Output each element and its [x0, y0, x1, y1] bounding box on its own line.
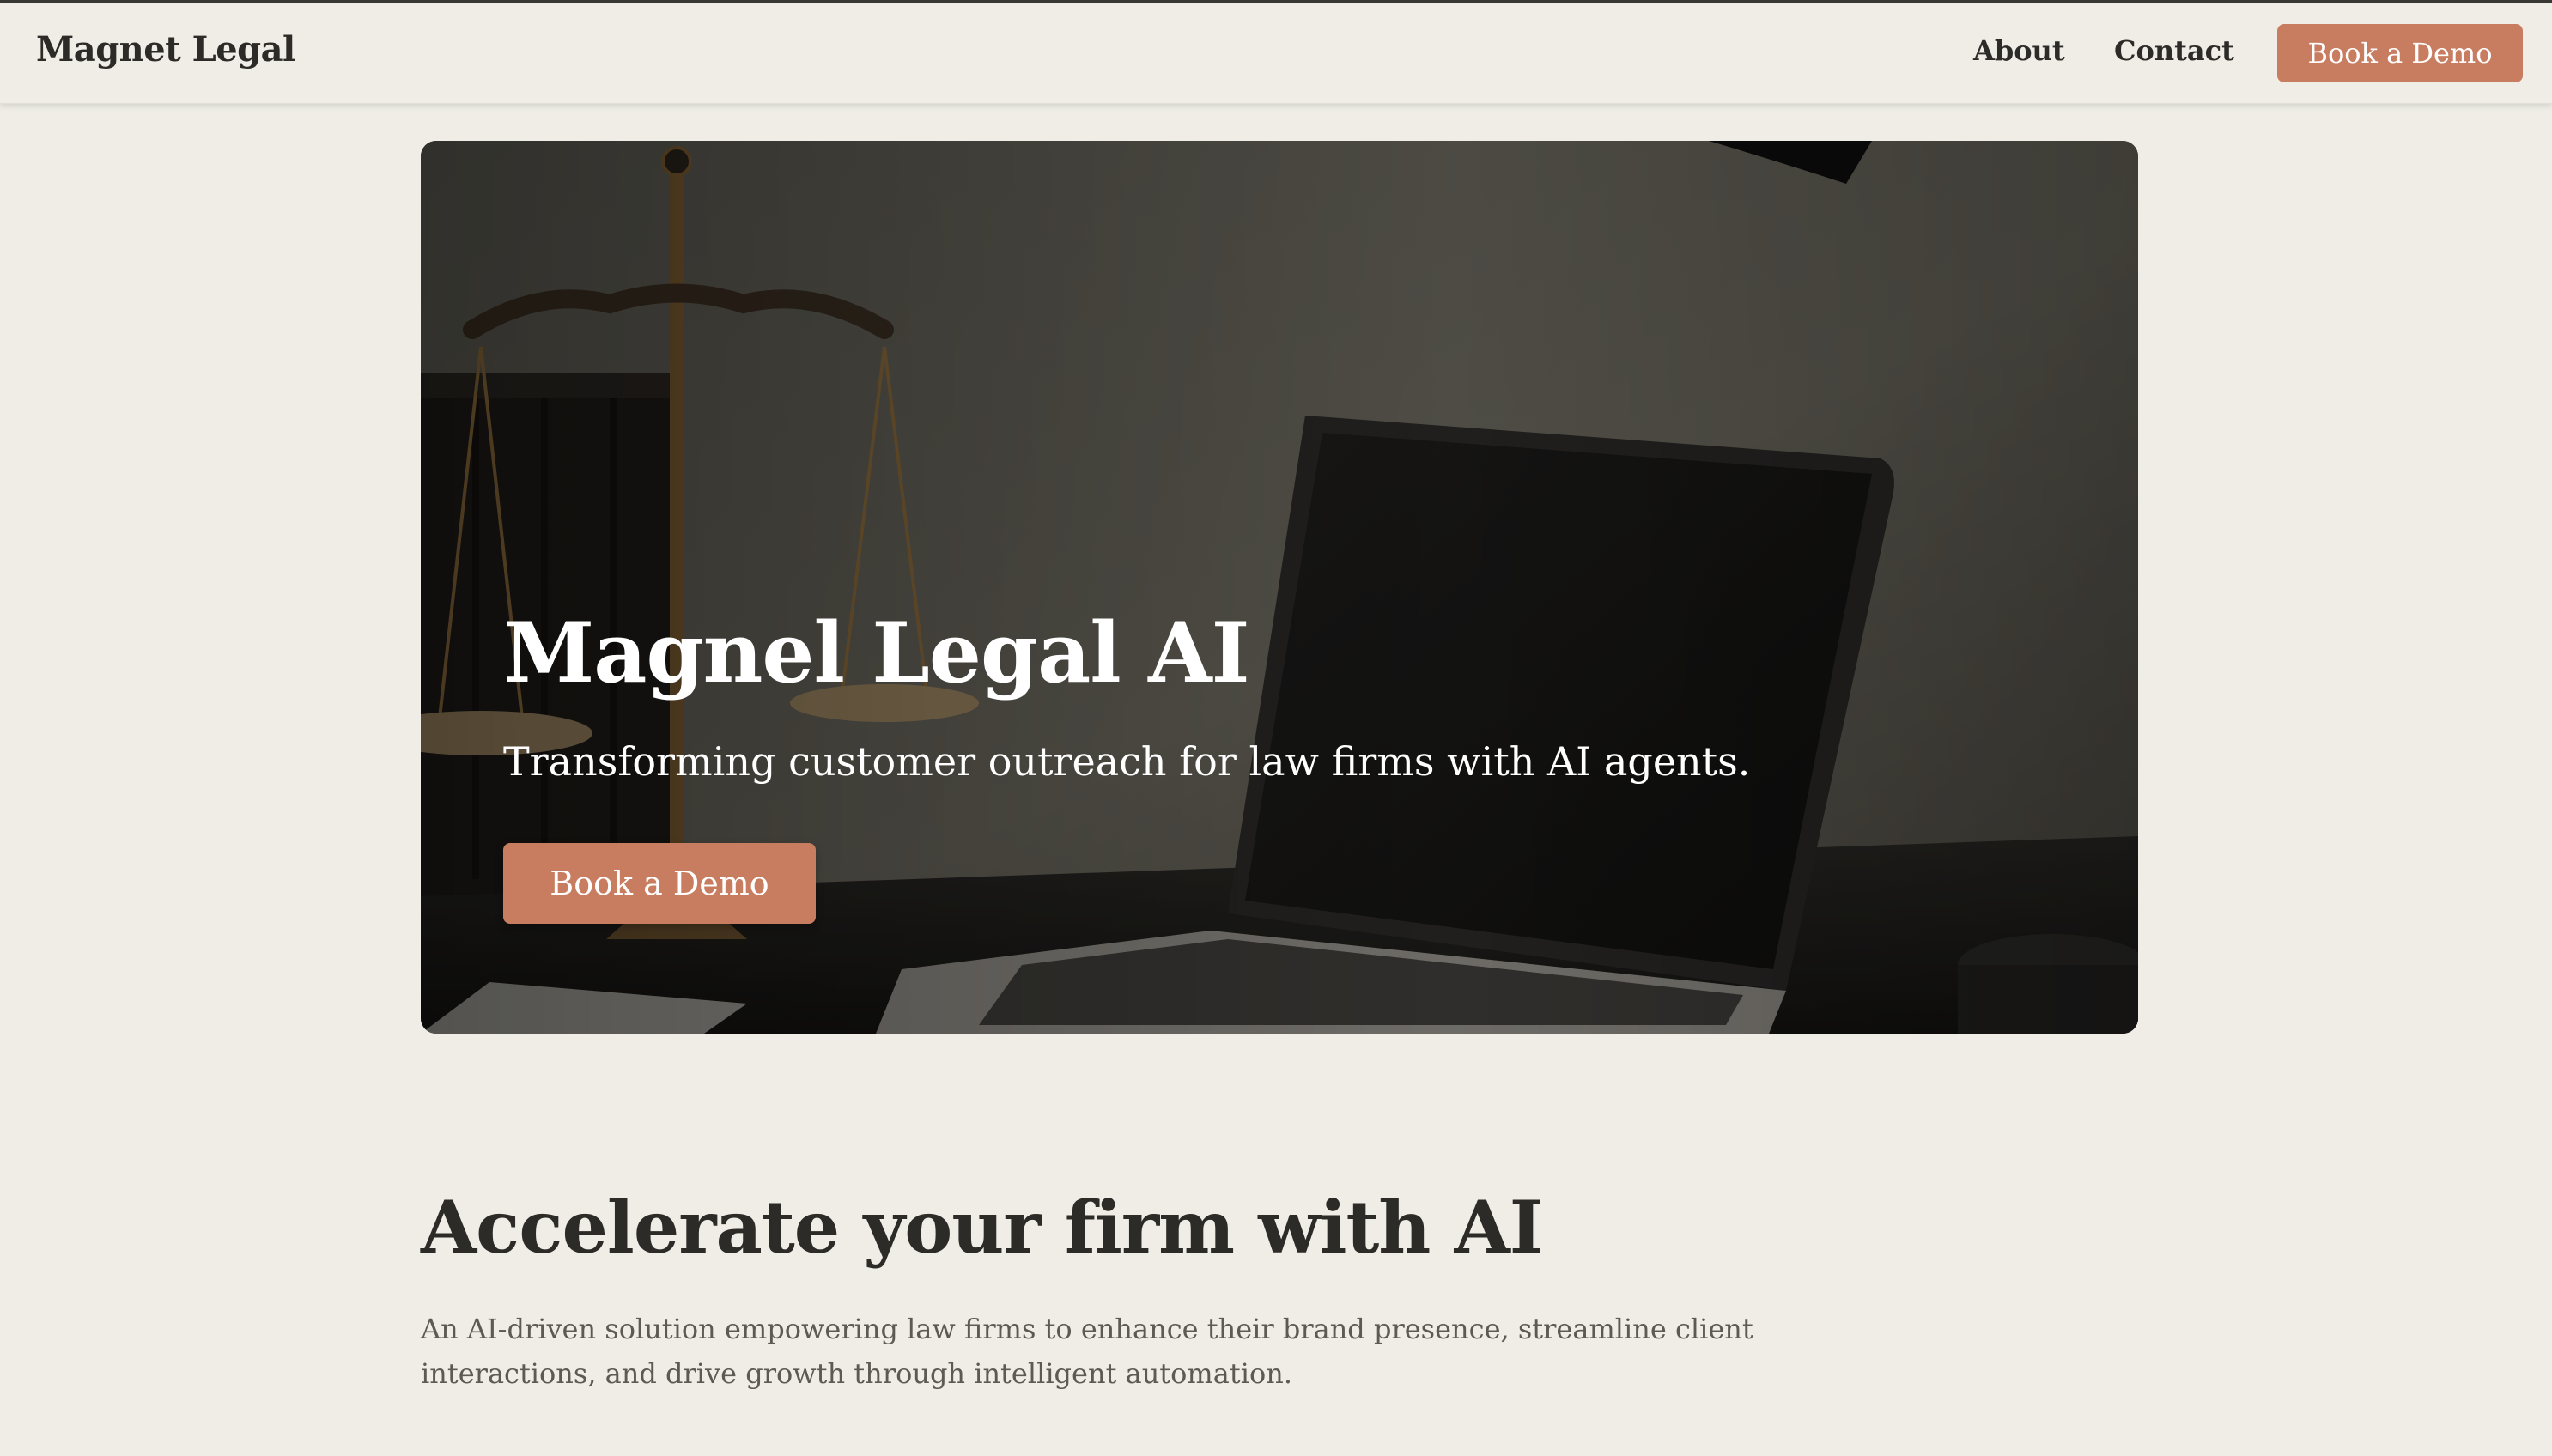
section-description: An AI-driven solution empowering law fir…: [421, 1313, 1753, 1390]
nav-link-about[interactable]: About: [1973, 34, 2065, 67]
hero-title: Magnel Legal AI: [503, 604, 1250, 701]
hero-subtitle: Transforming customer outreach for law f…: [503, 738, 1751, 785]
nav-link-contact[interactable]: Contact: [2114, 34, 2234, 67]
brand-logo[interactable]: Magnet Legal: [36, 29, 295, 70]
top-navbar: Magnet Legal About Contact Book a Demo: [0, 3, 2552, 104]
book-demo-nav-button[interactable]: Book a Demo: [2277, 24, 2523, 82]
hero-banner: Magnel Legal AI Transforming customer ou…: [421, 141, 2138, 1034]
book-demo-hero-button[interactable]: Book a Demo: [503, 843, 816, 924]
section-title: Accelerate your firm with AI: [421, 1185, 1543, 1270]
